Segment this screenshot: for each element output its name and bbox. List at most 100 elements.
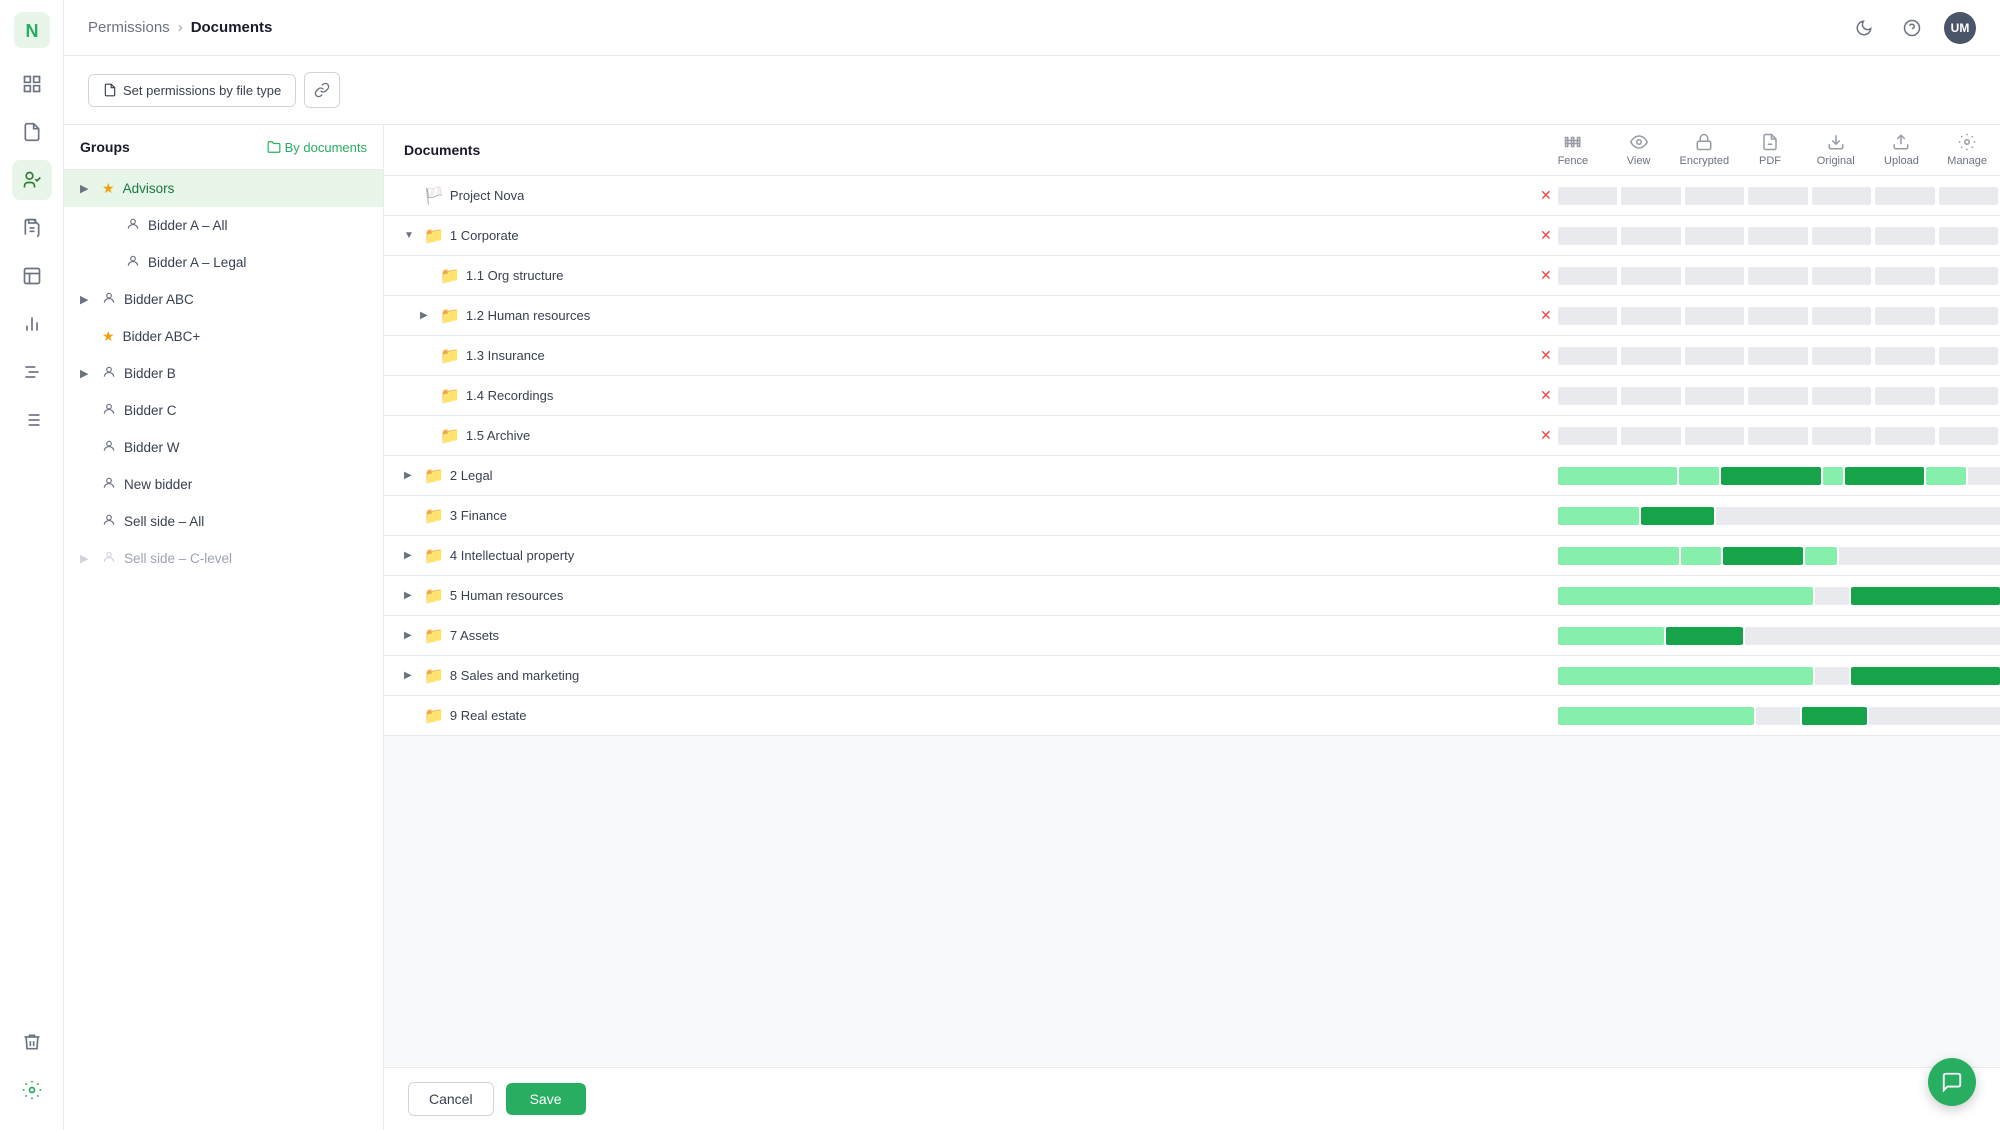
perm-bar[interactable]	[1746, 222, 1809, 250]
perm-bar[interactable]	[1873, 262, 1936, 290]
perm-bar[interactable]	[1746, 422, 1809, 450]
perm-bar[interactable]	[1619, 422, 1682, 450]
perm-bar[interactable]	[1683, 262, 1746, 290]
group-item-sell-side-all[interactable]: Sell side – All	[64, 503, 383, 540]
perm-bar[interactable]	[1937, 302, 2000, 330]
expand-button[interactable]: ▶	[404, 550, 418, 561]
perm-bar[interactable]	[1683, 182, 1746, 210]
expand-button[interactable]: ▶	[404, 470, 418, 481]
perm-bar[interactable]	[1810, 422, 1873, 450]
folder-icon: 📁	[424, 626, 444, 646]
breadcrumb-parent[interactable]: Permissions	[88, 19, 170, 36]
sidebar-item-permissions[interactable]	[12, 160, 52, 200]
perm-bar[interactable]	[1810, 222, 1873, 250]
perm-bar[interactable]	[1810, 382, 1873, 410]
sidebar-item-filter[interactable]	[12, 352, 52, 392]
perm-bar[interactable]	[1556, 262, 1619, 290]
expand-button[interactable]: ▼	[404, 230, 418, 241]
perm-bar[interactable]	[1556, 302, 1619, 330]
save-button[interactable]: Save	[506, 1083, 586, 1115]
group-item-bidder-abc-plus[interactable]: ★ Bidder ABC+	[64, 318, 383, 355]
perm-bar[interactable]	[1556, 182, 1619, 210]
perm-bar[interactable]	[1619, 302, 1682, 330]
expand-button[interactable]: ▶	[420, 310, 434, 321]
group-item-bidder-w[interactable]: Bidder W	[64, 429, 383, 466]
group-item-bidder-c[interactable]: Bidder C	[64, 392, 383, 429]
perm-bar[interactable]	[1937, 342, 2000, 370]
sidebar-item-reports[interactable]	[12, 256, 52, 296]
dark-mode-toggle[interactable]	[1848, 12, 1880, 44]
document-rows: 🏳️ Project Nova ✕	[384, 176, 2000, 1067]
sidebar-item-list[interactable]	[12, 400, 52, 440]
perm-bar[interactable]	[1556, 222, 1619, 250]
perm-cells: ✕	[1540, 342, 2000, 370]
sidebar-item-dashboard[interactable]	[12, 64, 52, 104]
cancel-button[interactable]: Cancel	[408, 1082, 494, 1116]
perm-bar[interactable]	[1556, 382, 1619, 410]
perm-bar[interactable]	[1683, 422, 1746, 450]
user-icon	[126, 217, 140, 234]
perm-bar[interactable]	[1873, 342, 1936, 370]
doc-label: 5 Human resources	[450, 588, 563, 603]
perm-bar[interactable]	[1746, 262, 1809, 290]
sidebar-item-trash[interactable]	[12, 1022, 52, 1062]
perm-bar[interactable]	[1746, 182, 1809, 210]
perm-bar[interactable]	[1937, 422, 2000, 450]
perm-bar[interactable]	[1937, 182, 2000, 210]
perm-bar[interactable]	[1810, 302, 1873, 330]
expand-button[interactable]: ▶	[404, 630, 418, 641]
group-item-bidder-abc[interactable]: ▶ Bidder ABC	[64, 281, 383, 318]
perm-bar[interactable]	[1873, 222, 1936, 250]
user-avatar[interactable]: UM	[1944, 12, 1976, 44]
perm-bar[interactable]	[1873, 422, 1936, 450]
expand-button[interactable]: ▶	[404, 670, 418, 681]
perm-bar[interactable]	[1683, 342, 1746, 370]
app-logo[interactable]: N	[14, 12, 50, 48]
table-row: ▶ 📁 7 Assets	[384, 616, 2000, 656]
deny-icon: ✕	[1540, 227, 1552, 244]
perm-bar[interactable]	[1810, 262, 1873, 290]
chat-fab-button[interactable]	[1928, 1058, 1976, 1106]
perm-bar[interactable]	[1937, 262, 2000, 290]
perm-bar[interactable]	[1810, 182, 1873, 210]
group-item-bidder-b[interactable]: ▶ Bidder B	[64, 355, 383, 392]
perm-bar[interactable]	[1619, 222, 1682, 250]
perm-bar[interactable]	[1619, 382, 1682, 410]
perm-bar[interactable]	[1873, 182, 1936, 210]
sidebar-item-settings[interactable]	[12, 1070, 52, 1110]
perm-cells	[1540, 622, 2000, 650]
perm-cells: ✕	[1540, 302, 2000, 330]
by-documents-toggle[interactable]: By documents	[267, 140, 367, 155]
perm-bar[interactable]	[1746, 382, 1809, 410]
group-item-advisors[interactable]: ▶ ★ Advisors	[64, 170, 383, 207]
flag-icon: 🏳️	[424, 186, 444, 206]
help-button[interactable]	[1896, 12, 1928, 44]
sidebar-item-activity[interactable]	[12, 208, 52, 248]
sidebar-item-documents[interactable]	[12, 112, 52, 152]
perm-bar[interactable]	[1810, 342, 1873, 370]
perm-bar[interactable]	[1746, 302, 1809, 330]
perm-bar[interactable]	[1619, 342, 1682, 370]
expand-button[interactable]: ▶	[404, 590, 418, 601]
perm-bar[interactable]	[1556, 422, 1619, 450]
perm-col-manage: Manage	[1934, 125, 2000, 175]
group-item-new-bidder[interactable]: New bidder	[64, 466, 383, 503]
perm-bar[interactable]	[1619, 182, 1682, 210]
sidebar-item-analytics[interactable]	[12, 304, 52, 344]
perm-bar[interactable]	[1683, 222, 1746, 250]
group-item-bidder-a-all[interactable]: Bidder A – All	[64, 207, 383, 244]
group-item-sell-side-clevel[interactable]: ▶ Sell side – C-level	[64, 540, 383, 577]
perm-bar[interactable]	[1937, 222, 2000, 250]
set-permissions-button[interactable]: Set permissions by file type	[88, 74, 296, 107]
doc-name: ▶ 📁 7 Assets	[384, 618, 1540, 654]
perm-bar[interactable]	[1619, 262, 1682, 290]
perm-bar[interactable]	[1937, 382, 2000, 410]
link-button[interactable]	[304, 72, 340, 108]
perm-bar[interactable]	[1873, 302, 1936, 330]
perm-bar[interactable]	[1556, 342, 1619, 370]
perm-bar[interactable]	[1873, 382, 1936, 410]
perm-bar[interactable]	[1746, 342, 1809, 370]
perm-bar[interactable]	[1683, 302, 1746, 330]
group-item-bidder-a-legal[interactable]: Bidder A – Legal	[64, 244, 383, 281]
perm-bar[interactable]	[1683, 382, 1746, 410]
